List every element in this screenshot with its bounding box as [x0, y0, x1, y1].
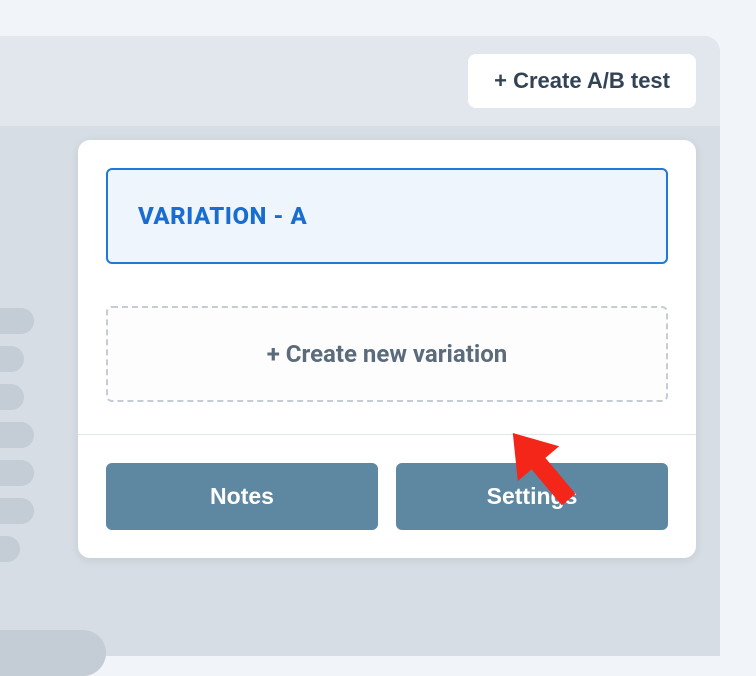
create-new-variation-button[interactable]: + Create new variation — [106, 306, 668, 402]
sidebar-placeholder-bottom — [0, 630, 106, 676]
panel-footer: Notes Settings — [106, 435, 668, 558]
sidebar-placeholder-item — [0, 422, 34, 448]
variations-panel: VARIATION - A + Create new variation Not… — [78, 140, 696, 558]
header-bar: + Create A/B test — [0, 36, 720, 126]
sidebar-placeholder — [0, 308, 70, 574]
sidebar-placeholder-item — [0, 498, 34, 524]
variation-card-a[interactable]: VARIATION - A — [106, 168, 668, 264]
settings-button[interactable]: Settings — [396, 463, 668, 530]
app-surface: + Create A/B test VARIATION - A + Create… — [0, 36, 720, 656]
sidebar-placeholder-item — [0, 346, 24, 372]
sidebar-placeholder-item — [0, 536, 20, 562]
sidebar-placeholder-item — [0, 384, 24, 410]
notes-button[interactable]: Notes — [106, 463, 378, 530]
variation-card-label: VARIATION - A — [138, 202, 636, 230]
create-ab-test-button[interactable]: + Create A/B test — [468, 54, 696, 108]
sidebar-placeholder-item — [0, 308, 34, 334]
sidebar-placeholder-item — [0, 460, 34, 486]
